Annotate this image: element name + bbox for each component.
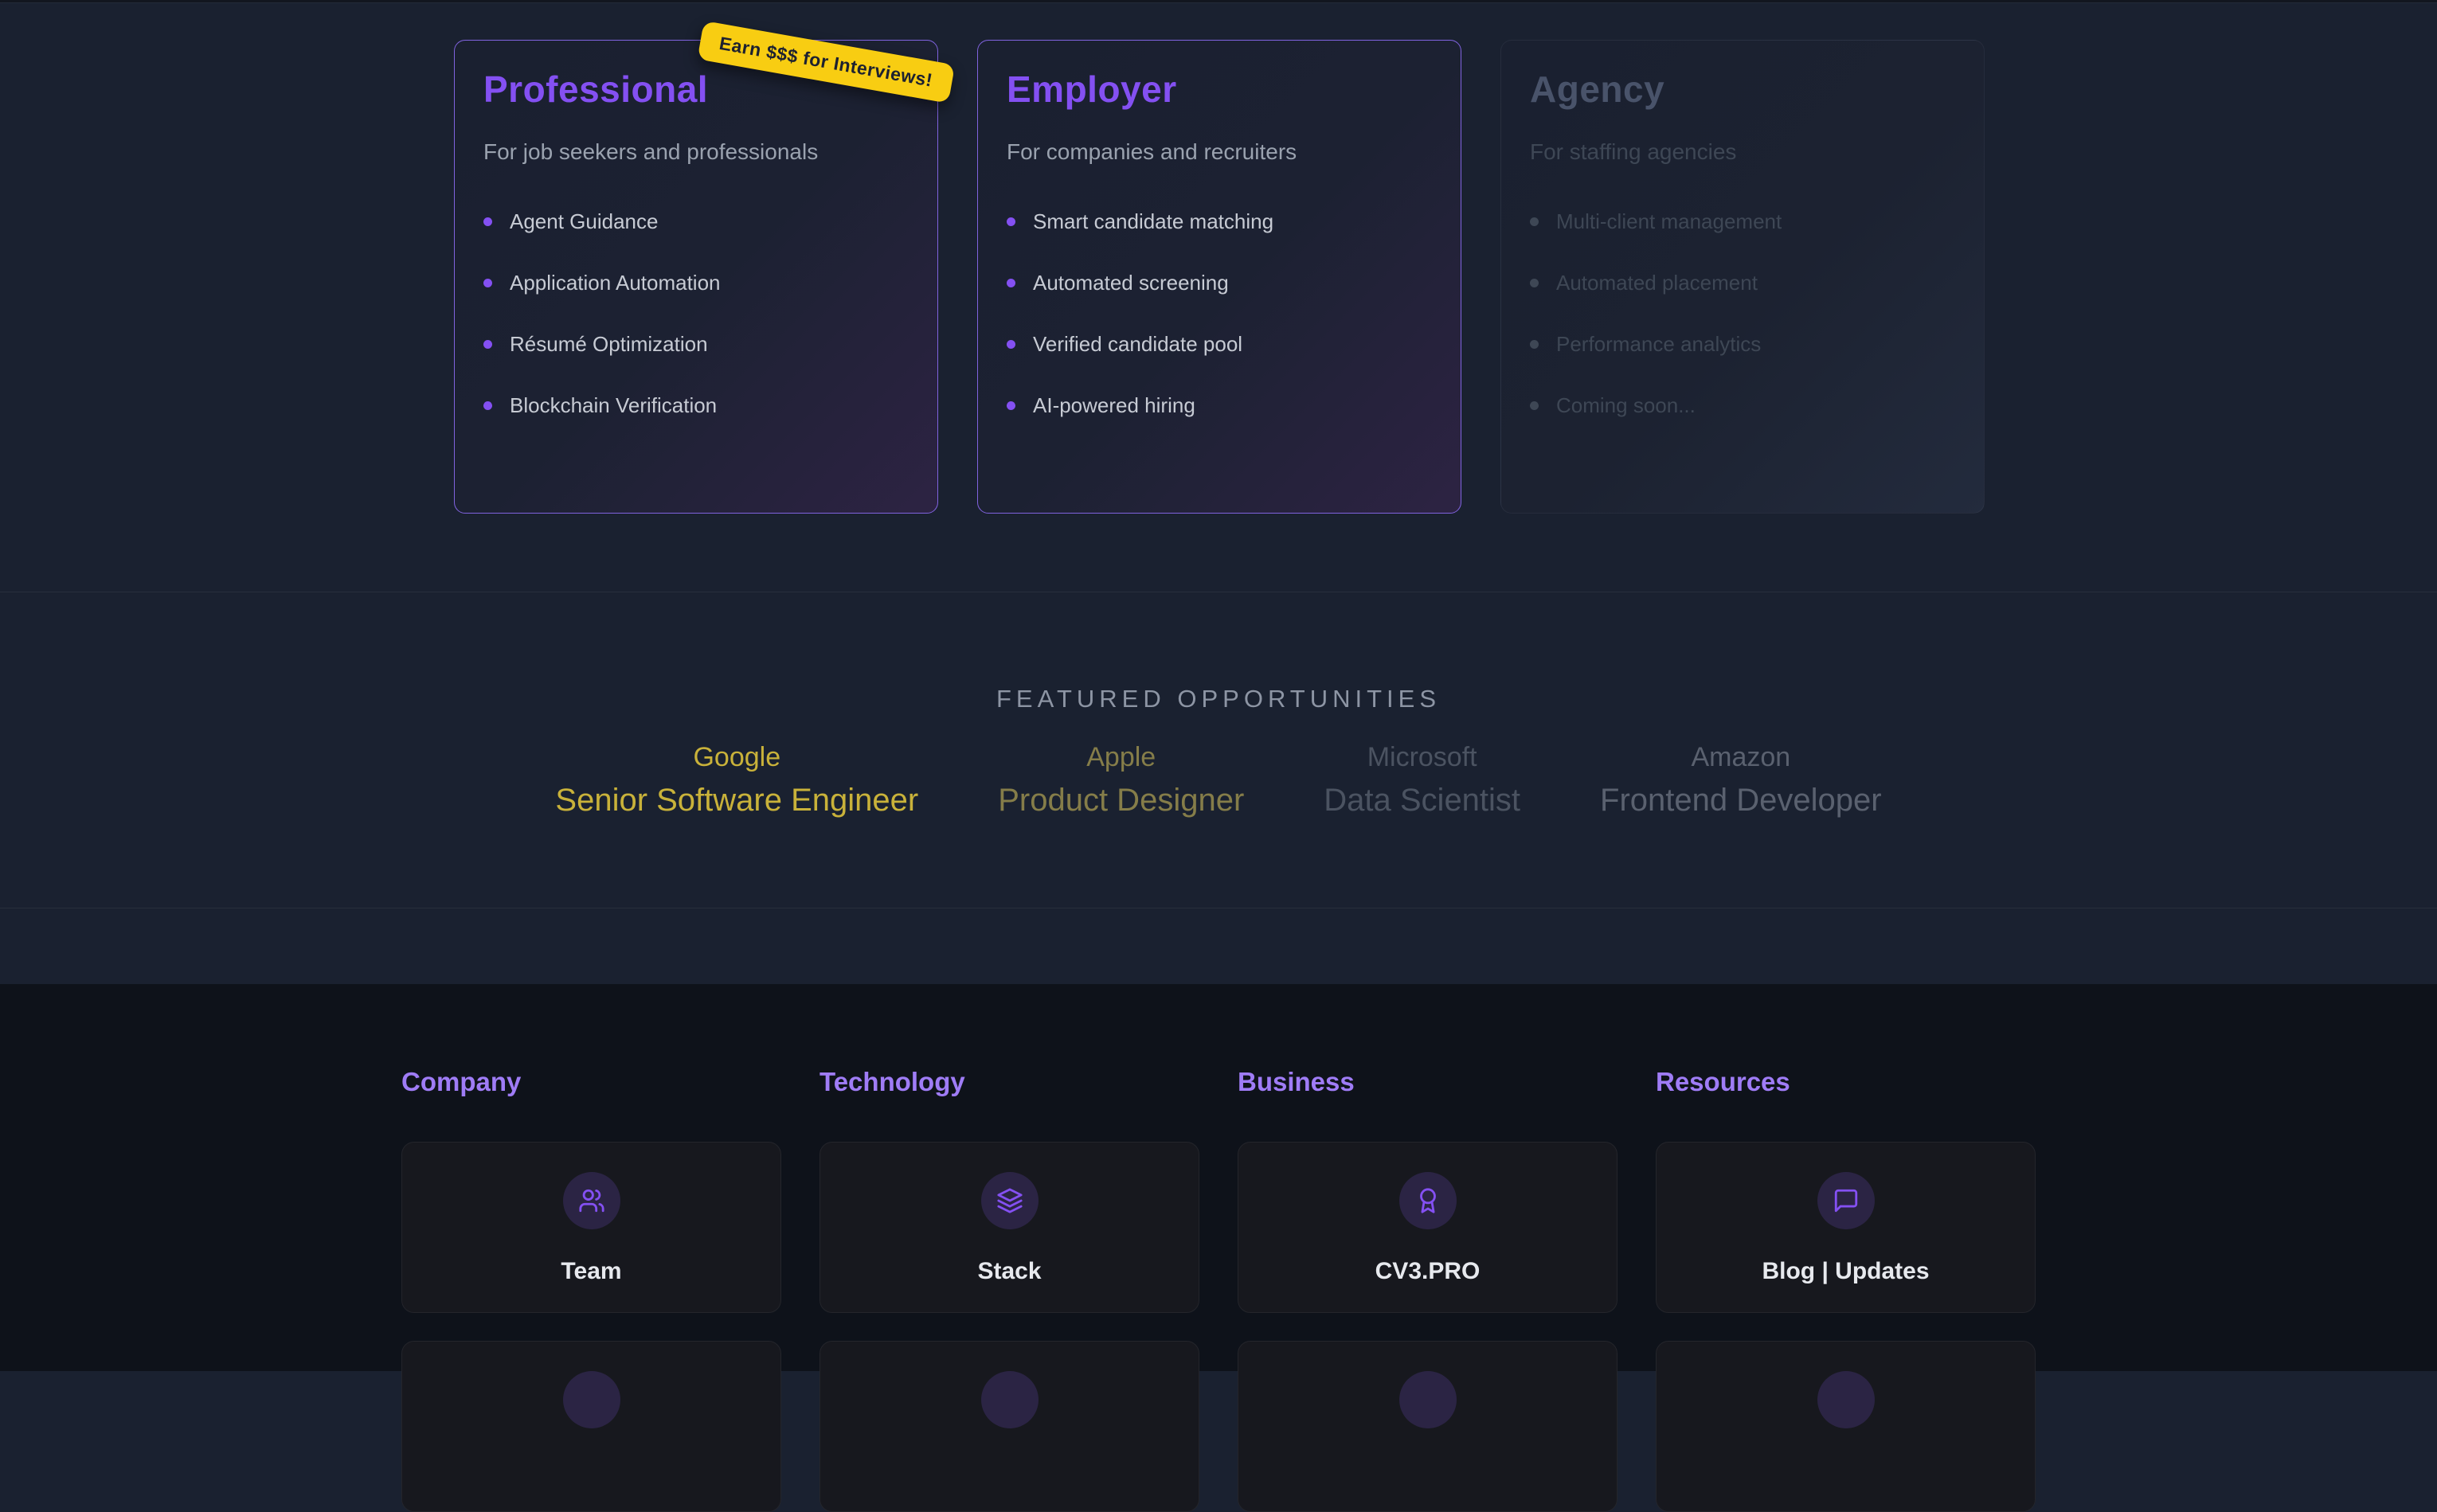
circle-icon — [1817, 1371, 1875, 1428]
footer-card-label: Blog | Updates — [1762, 1258, 1929, 1285]
award-icon — [1399, 1172, 1457, 1229]
footer-card-partial[interactable] — [1238, 1341, 1617, 1512]
plan-feature: Blockchain Verification — [483, 393, 909, 418]
featured-job-microsoft[interactable]: Microsoft Data Scientist — [1324, 742, 1520, 819]
bullet-dot-icon — [1530, 401, 1539, 410]
footer-card-label: Team — [561, 1258, 621, 1285]
plan-subtitle: For staffing agencies — [1530, 139, 1955, 165]
job-title: Senior Software Engineer — [555, 783, 918, 819]
plan-feature: Application Automation — [483, 271, 909, 295]
featured-job-amazon[interactable]: Amazon Frontend Developer — [1600, 742, 1882, 819]
plan-feature-list: Agent Guidance Application Automation Ré… — [483, 209, 909, 418]
plan-feature: Agent Guidance — [483, 209, 909, 234]
featured-job-apple[interactable]: Apple Product Designer — [998, 742, 1244, 819]
footer-column-heading: Business — [1238, 1067, 1617, 1097]
plan-feature-list: Smart candidate matching Automated scree… — [1007, 209, 1432, 418]
plans-row: Professional For job seekers and profess… — [454, 40, 1985, 514]
plan-feature: Verified candidate pool — [1007, 332, 1432, 357]
job-company: Apple — [998, 742, 1244, 773]
plan-feature: Automated placement — [1530, 271, 1955, 295]
pricing-section: Earn $$$ for Interviews! Professional Fo… — [0, 3, 2437, 592]
featured-opportunities-section: FEATURED OPPORTUNITIES Google Senior Sof… — [0, 592, 2437, 908]
plan-card-professional[interactable]: Professional For job seekers and profess… — [454, 40, 938, 514]
bullet-dot-icon — [483, 340, 492, 349]
plan-feature: Automated screening — [1007, 271, 1432, 295]
footer: Company Team Technology — [0, 984, 2437, 1371]
footer-card-label: Stack — [977, 1258, 1041, 1285]
footer-inner: Company Team Technology — [401, 984, 2036, 1512]
job-company: Microsoft — [1324, 742, 1520, 773]
message-icon — [1817, 1172, 1875, 1229]
plan-feature: Multi-client management — [1530, 209, 1955, 234]
footer-card-partial[interactable] — [820, 1341, 1199, 1512]
bullet-dot-icon — [1530, 217, 1539, 226]
featured-job-google[interactable]: Google Senior Software Engineer — [555, 742, 918, 819]
job-title: Frontend Developer — [1600, 783, 1882, 819]
footer-card-partial[interactable] — [401, 1341, 781, 1512]
footer-card-partial[interactable] — [1656, 1341, 2036, 1512]
circle-icon — [563, 1371, 620, 1428]
job-company: Amazon — [1600, 742, 1882, 773]
footer-column-resources: Resources Blog | Updates — [1656, 1067, 2036, 1512]
plan-subtitle: For companies and recruiters — [1007, 139, 1432, 165]
featured-heading: FEATURED OPPORTUNITIES — [0, 685, 2437, 713]
section-spacer — [0, 908, 2437, 984]
footer-card-team[interactable]: Team — [401, 1142, 781, 1313]
plan-feature: Smart candidate matching — [1007, 209, 1432, 234]
plan-feature-list: Multi-client management Automated placem… — [1530, 209, 1955, 418]
footer-card-blog[interactable]: Blog | Updates — [1656, 1142, 2036, 1313]
layers-icon — [981, 1172, 1039, 1229]
plan-feature: Résumé Optimization — [483, 332, 909, 357]
job-company: Google — [555, 742, 918, 773]
plan-card-agency: Agency For staffing agencies Multi-clien… — [1500, 40, 1985, 514]
footer-column-technology: Technology Stack — [820, 1067, 1199, 1512]
footer-column-business: Business CV3.PRO — [1238, 1067, 1617, 1512]
footer-column-heading: Resources — [1656, 1067, 2036, 1097]
plan-title: Agency — [1530, 68, 1955, 111]
users-icon — [563, 1172, 620, 1229]
plan-subtitle: For job seekers and professionals — [483, 139, 909, 165]
plan-feature: AI-powered hiring — [1007, 393, 1432, 418]
footer-grid: Company Team Technology — [401, 1067, 2036, 1512]
plan-card-employer[interactable]: Employer For companies and recruiters Sm… — [977, 40, 1461, 514]
footer-column-heading: Company — [401, 1067, 781, 1097]
bullet-dot-icon — [1530, 279, 1539, 287]
footer-column-heading: Technology — [820, 1067, 1199, 1097]
bullet-dot-icon — [1007, 401, 1015, 410]
plan-feature: Performance analytics — [1530, 332, 1955, 357]
plan-feature: Coming soon... — [1530, 393, 1955, 418]
bullet-dot-icon — [1007, 279, 1015, 287]
footer-card-stack[interactable]: Stack — [820, 1142, 1199, 1313]
circle-icon — [981, 1371, 1039, 1428]
plan-title: Employer — [1007, 68, 1432, 111]
job-title: Product Designer — [998, 783, 1244, 819]
footer-card-cv3pro[interactable]: CV3.PRO — [1238, 1142, 1617, 1313]
footer-column-company: Company Team — [401, 1067, 781, 1512]
bullet-dot-icon — [483, 401, 492, 410]
bullet-dot-icon — [483, 217, 492, 226]
bullet-dot-icon — [1530, 340, 1539, 349]
bullet-dot-icon — [1007, 340, 1015, 349]
job-title: Data Scientist — [1324, 783, 1520, 819]
featured-jobs-row: Google Senior Software Engineer Apple Pr… — [0, 742, 2437, 819]
bullet-dot-icon — [1007, 217, 1015, 226]
bullet-dot-icon — [483, 279, 492, 287]
footer-card-label: CV3.PRO — [1375, 1258, 1481, 1285]
circle-icon — [1399, 1371, 1457, 1428]
